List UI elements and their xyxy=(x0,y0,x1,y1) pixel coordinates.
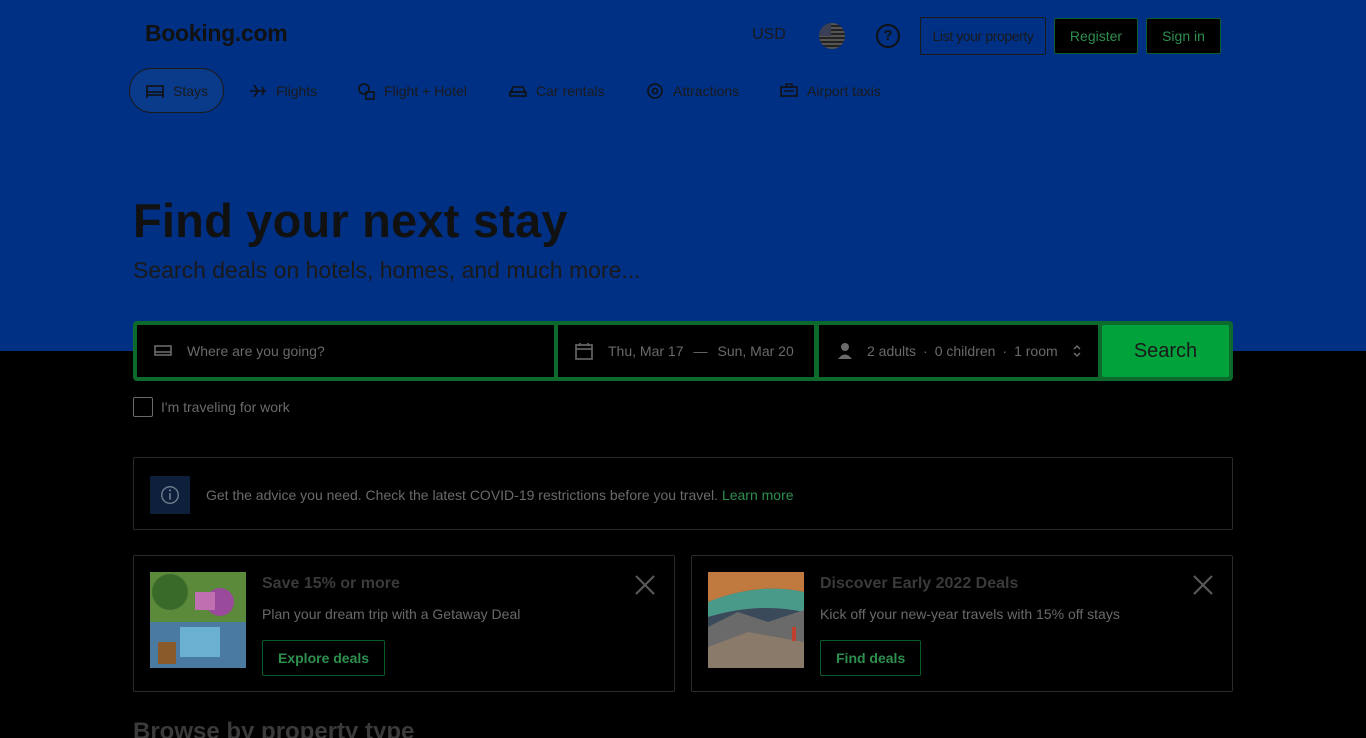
language-flag-icon[interactable] xyxy=(819,23,845,49)
page-subtitle: Search deals on hotels, homes, and much … xyxy=(133,257,641,283)
checkout-date: Sun, Mar 20 xyxy=(717,343,794,359)
tab-flight-hotel-label: Flight + Hotel xyxy=(384,82,467,99)
promo-title: Save 15% or more xyxy=(262,575,400,592)
promo-image xyxy=(708,572,804,668)
checkin-date: Thu, Mar 17 xyxy=(608,343,684,359)
info-icon xyxy=(150,476,190,514)
updown-chevron-icon xyxy=(1072,343,1082,359)
help-icon[interactable]: ? xyxy=(876,24,900,48)
tab-flight-hotel[interactable]: Flight + Hotel xyxy=(356,68,467,113)
promo-card: Save 15% or more Plan your dream trip wi… xyxy=(133,555,675,692)
tab-car-rentals[interactable]: Car rentals xyxy=(508,68,604,113)
covid-notice: Get the advice you need. Check the lates… xyxy=(133,457,1233,530)
register-button[interactable]: Register xyxy=(1054,18,1138,54)
close-icon[interactable] xyxy=(1192,574,1214,596)
guest-separator: · xyxy=(923,343,928,359)
person-icon xyxy=(835,341,855,361)
tab-flights[interactable]: Flights xyxy=(248,68,317,113)
tab-stays[interactable]: Stays xyxy=(129,68,224,113)
promo-title: Discover Early 2022 Deals xyxy=(820,575,1019,592)
find-deals-button[interactable]: Find deals xyxy=(820,640,922,676)
calendar-icon xyxy=(574,341,594,361)
guest-separator: · xyxy=(1002,343,1008,359)
flight-hotel-icon xyxy=(356,82,376,100)
browse-heading: Browse by property type xyxy=(133,718,415,738)
search-button[interactable]: Search xyxy=(1102,325,1229,377)
learn-more-link[interactable]: Learn more xyxy=(722,487,794,503)
tab-flights-label: Flights xyxy=(276,82,318,99)
tab-attractions[interactable]: Attractions xyxy=(645,68,739,113)
rooms-count: 1 room xyxy=(1014,343,1058,359)
promo-image xyxy=(150,572,246,668)
close-icon[interactable] xyxy=(634,574,656,596)
bed-icon xyxy=(153,341,173,361)
tab-attractions-label: Attractions xyxy=(673,82,740,99)
attractions-icon xyxy=(645,82,665,100)
covid-text: Get the advice you need. Check the lates… xyxy=(206,487,794,503)
promo-card: Discover Early 2022 Deals Kick off your … xyxy=(691,555,1233,692)
promo-description: Kick off your new-year travels with 15% … xyxy=(820,606,1120,622)
destination-input[interactable]: Where are you going? xyxy=(137,325,554,377)
tab-car-rentals-label: Car rentals xyxy=(536,82,605,99)
list-property-button[interactable]: List your property xyxy=(920,17,1046,55)
work-travel-row: I'm traveling for work xyxy=(133,397,290,417)
children-count: 0 children xyxy=(934,343,996,359)
adults-count: 2 adults xyxy=(867,343,917,359)
work-travel-label: I'm traveling for work xyxy=(161,399,290,415)
guests-selector[interactable]: 2 adults · 0 children · 1 room xyxy=(819,325,1098,377)
date-picker[interactable]: Thu, Mar 17 — Sun, Mar 20 xyxy=(558,325,814,377)
destination-placeholder: Where are you going? xyxy=(187,343,325,359)
taxi-icon xyxy=(779,82,799,100)
explore-deals-button[interactable]: Explore deals xyxy=(262,640,386,676)
tab-airport-taxis-label: Airport taxis xyxy=(807,82,881,99)
bed-icon xyxy=(145,82,165,100)
work-travel-checkbox[interactable] xyxy=(133,397,153,417)
promo-description: Plan your dream trip with a Getaway Deal xyxy=(262,606,521,622)
date-separator: — xyxy=(693,343,708,359)
page-title: Find your next stay xyxy=(133,194,568,247)
sign-in-button[interactable]: Sign in xyxy=(1146,18,1221,54)
tab-airport-taxis[interactable]: Airport taxis xyxy=(779,68,881,113)
car-icon xyxy=(508,82,528,100)
tab-stays-label: Stays xyxy=(173,82,209,99)
booking-logo[interactable]: Booking.com xyxy=(145,20,288,47)
currency-selector[interactable]: USD xyxy=(752,26,786,44)
covid-message: Get the advice you need. Check the lates… xyxy=(206,487,719,503)
plane-icon xyxy=(248,82,268,100)
